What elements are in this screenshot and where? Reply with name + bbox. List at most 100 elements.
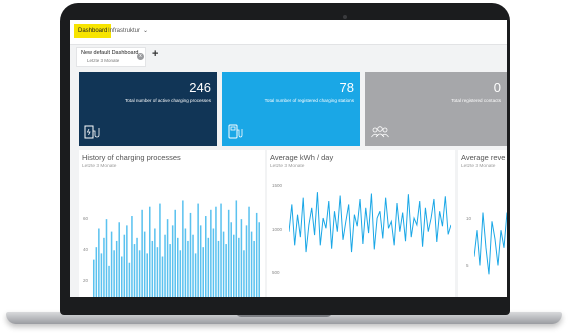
- tile-active-charging-processes[interactable]: 246 Total number of active charging proc…: [79, 72, 217, 146]
- chart-bar: [128, 262, 131, 297]
- panel-subtitle: Letzte 3 Monate: [461, 164, 496, 169]
- app-screen: Dashboard Infrastruktur ⌄ New default Das…: [70, 20, 507, 297]
- chart-bar: [118, 222, 120, 297]
- chart-bar: [187, 240, 189, 297]
- chart-bar: [189, 212, 192, 297]
- chart-bar: [199, 225, 202, 297]
- nav-tab-dashboard[interactable]: Dashboard: [74, 24, 112, 38]
- y-tick-label: 5: [466, 263, 469, 268]
- chart-bar: [210, 209, 212, 297]
- chart-bar: [93, 259, 95, 297]
- chart-bar: [184, 228, 187, 297]
- y-tick-label: 1000: [272, 227, 283, 232]
- line-chart: [474, 212, 507, 275]
- dashboard-tab-name: New default Dashboard: [81, 50, 139, 56]
- panel-title: History of charging processes: [82, 153, 181, 162]
- y-tick-label: 10: [466, 216, 472, 221]
- chart-bar: [159, 203, 161, 297]
- tile-registered-charging-stations[interactable]: 78 Total number of registered charging s…: [222, 72, 360, 146]
- charging-station-icon: [228, 124, 243, 139]
- chart-bar: [230, 222, 232, 297]
- panel-average-kwh: Average kWh / day Letzte 3 Monate 1500 1…: [267, 150, 455, 297]
- chart-bar: [212, 228, 215, 297]
- chart-bar: [258, 222, 260, 297]
- camera-icon: [343, 15, 347, 19]
- chart-bar: [115, 240, 118, 297]
- tile-label: Total registered contacts: [451, 98, 501, 103]
- panel-title: Average reve: [461, 153, 506, 162]
- chart-bar: [113, 250, 115, 297]
- tile-registered-contacts[interactable]: 0 Total registered contacts: [365, 72, 507, 146]
- chart-bar: [154, 228, 156, 297]
- chart-bar: [123, 234, 126, 297]
- chart-bar: [233, 234, 235, 297]
- chart-bar: [169, 244, 171, 297]
- chart-bar: [255, 212, 258, 297]
- chart-bar: [220, 203, 222, 297]
- nav-tab-infrastruktur[interactable]: Infrastruktur ⌄: [108, 24, 148, 38]
- y-tick-label: 40: [83, 247, 89, 252]
- panel-subtitle: Letzte 3 Monate: [82, 164, 117, 169]
- chart-bar: [156, 247, 159, 297]
- y-tick-label: 1500: [272, 183, 283, 188]
- dashboard-tab[interactable]: New default Dashboard Letzte 3 Monate x: [76, 47, 146, 67]
- chart-bar: [207, 237, 210, 297]
- top-nav-bar: Dashboard Infrastruktur ⌄: [70, 20, 507, 45]
- chart-bar: [149, 206, 151, 297]
- chart-bar: [202, 247, 204, 297]
- chart-bar: [110, 231, 113, 297]
- chart-bar: [105, 219, 108, 297]
- chart-bar: [215, 206, 217, 297]
- chart-bar: [225, 244, 227, 297]
- chart-bar: [235, 200, 238, 297]
- chart-bar: [248, 206, 250, 297]
- chart-bar: [174, 209, 176, 297]
- tile-label: Total number of registered charging stat…: [264, 98, 354, 103]
- y-tick-label: 60: [83, 216, 89, 221]
- chart-bar: [177, 237, 179, 297]
- chart-bar: [141, 209, 143, 297]
- panel-title: Average kWh / day: [270, 153, 334, 162]
- chart-bar: [95, 247, 98, 297]
- chart-bar: [108, 265, 110, 297]
- chart-bar: [103, 237, 105, 297]
- tile-label: Total number of active charging processe…: [124, 98, 211, 103]
- dashboard-tab-subtitle: Letzte 3 Monate: [87, 58, 120, 63]
- chart-bar: [146, 253, 148, 297]
- chart-bar: [179, 250, 182, 297]
- chart-series-line: [289, 192, 451, 253]
- chevron-down-icon: ⌄: [143, 28, 149, 34]
- panel-average-revenue: Average reve Letzte 3 Monate 10 5: [458, 150, 507, 297]
- chart-series-line: [474, 212, 507, 275]
- chart-bar: [245, 225, 248, 297]
- panel-charging-history: History of charging processes Letzte 3 M…: [79, 150, 265, 297]
- chart-bar: [238, 237, 240, 297]
- line-chart: [289, 192, 451, 253]
- chart-bar: [227, 209, 230, 297]
- chart-bar: [121, 256, 123, 297]
- add-dashboard-button[interactable]: +: [152, 48, 158, 60]
- chart-bar: [126, 225, 128, 297]
- tile-value: 246: [189, 80, 211, 95]
- chart-bar: [250, 231, 253, 297]
- chart-bar: [243, 250, 245, 297]
- tile-value: 78: [339, 80, 354, 95]
- y-tick-label: 500: [272, 270, 280, 275]
- close-tab-icon[interactable]: x: [137, 53, 144, 60]
- chart-bar: [143, 231, 146, 297]
- tile-value: 0: [493, 80, 501, 95]
- chart-bar: [133, 244, 136, 297]
- chart-bar: [164, 234, 166, 297]
- chart-bar: [136, 237, 138, 297]
- chart-bar: [138, 250, 141, 297]
- panel-subtitle: Letzte 3 Monate: [270, 164, 305, 169]
- chart-bar: [166, 219, 169, 297]
- chart-bar: [253, 240, 255, 297]
- chart-bar: [222, 231, 225, 297]
- contacts-group-icon: [371, 126, 389, 138]
- chart-bar: [205, 216, 207, 297]
- chart-bar: [240, 219, 243, 297]
- chart-bar: [151, 240, 154, 297]
- chart-bar: [161, 256, 164, 297]
- chart-bar: [192, 234, 194, 297]
